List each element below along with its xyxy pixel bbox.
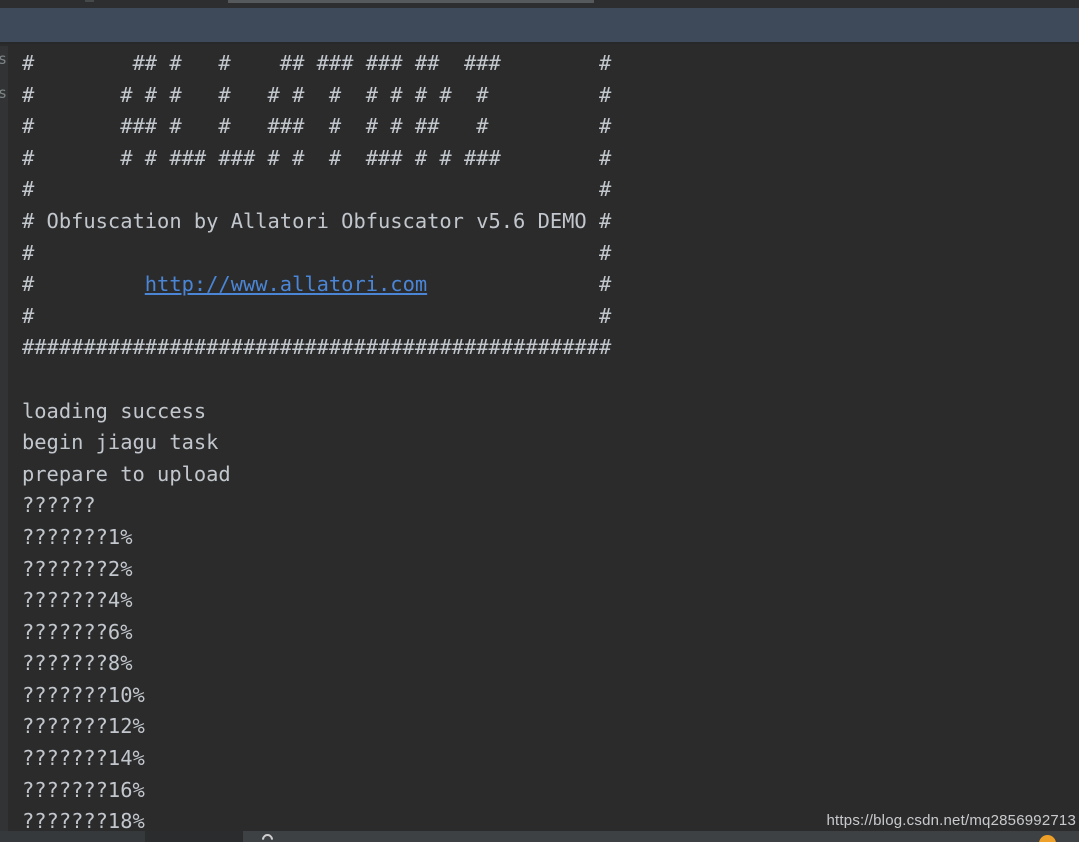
console-line: ???????1% — [22, 524, 133, 549]
status-bar-segment-dark — [145, 831, 243, 842]
console-line: prepare to upload — [22, 461, 231, 486]
console-gutter: s s — [0, 46, 8, 842]
toolwindow-header-bar — [0, 8, 1079, 44]
status-bar — [0, 831, 1079, 842]
console-panel: # ## # # ## ### ### ## ### # # # # # # # … — [0, 46, 1079, 842]
console-line: ???????16% — [22, 777, 145, 802]
console-output: # ## # # ## ### ### ## ### # # # # # # # … — [0, 46, 1079, 838]
console-line: ???????4% — [22, 588, 133, 613]
console-line: begin jiagu task — [22, 430, 219, 455]
console-line: # # — [22, 177, 612, 202]
gutter-clipped-char: s — [0, 84, 8, 102]
console-line: # ### # # ### # # # ## # # — [22, 114, 612, 139]
console-line: # Obfuscation by Allatori Obfuscator v5.… — [22, 208, 612, 233]
console-line: ?????? — [22, 493, 96, 518]
console-line-text: # — [427, 272, 612, 297]
console-line: ???????8% — [22, 651, 133, 676]
top-strip-highlight — [228, 0, 594, 3]
console-line: # http://www.allatori.com # — [22, 269, 1079, 301]
console-line: ???????10% — [22, 682, 145, 707]
console-line: ???????2% — [22, 556, 133, 581]
console-line: ???????6% — [22, 619, 133, 644]
console-line: # # — [22, 240, 612, 265]
console-line: # # — [22, 303, 612, 328]
top-strip-notch — [85, 0, 94, 2]
console-line: ???????14% — [22, 746, 145, 771]
console-line: # # # # # # # # # # # # # # — [22, 82, 612, 107]
window-top-strip — [0, 0, 1079, 8]
console-line: # # # ### ### # # # ### # # ### # — [22, 145, 612, 170]
console-line: # ## # # ## ### ### ## ### # — [22, 51, 612, 75]
console-line-text: # — [22, 272, 145, 297]
status-bar-segment-light — [243, 831, 1079, 842]
allatori-link[interactable]: http://www.allatori.com — [145, 272, 427, 296]
console-line: ########################################… — [22, 335, 612, 360]
gutter-clipped-char: s — [0, 50, 8, 68]
status-bar-segment — [0, 831, 145, 842]
console-line: ???????12% — [22, 714, 145, 739]
csdn-watermark: https://blog.csdn.net/mq2856992713 — [826, 812, 1076, 829]
console-line: loading success — [22, 398, 207, 423]
